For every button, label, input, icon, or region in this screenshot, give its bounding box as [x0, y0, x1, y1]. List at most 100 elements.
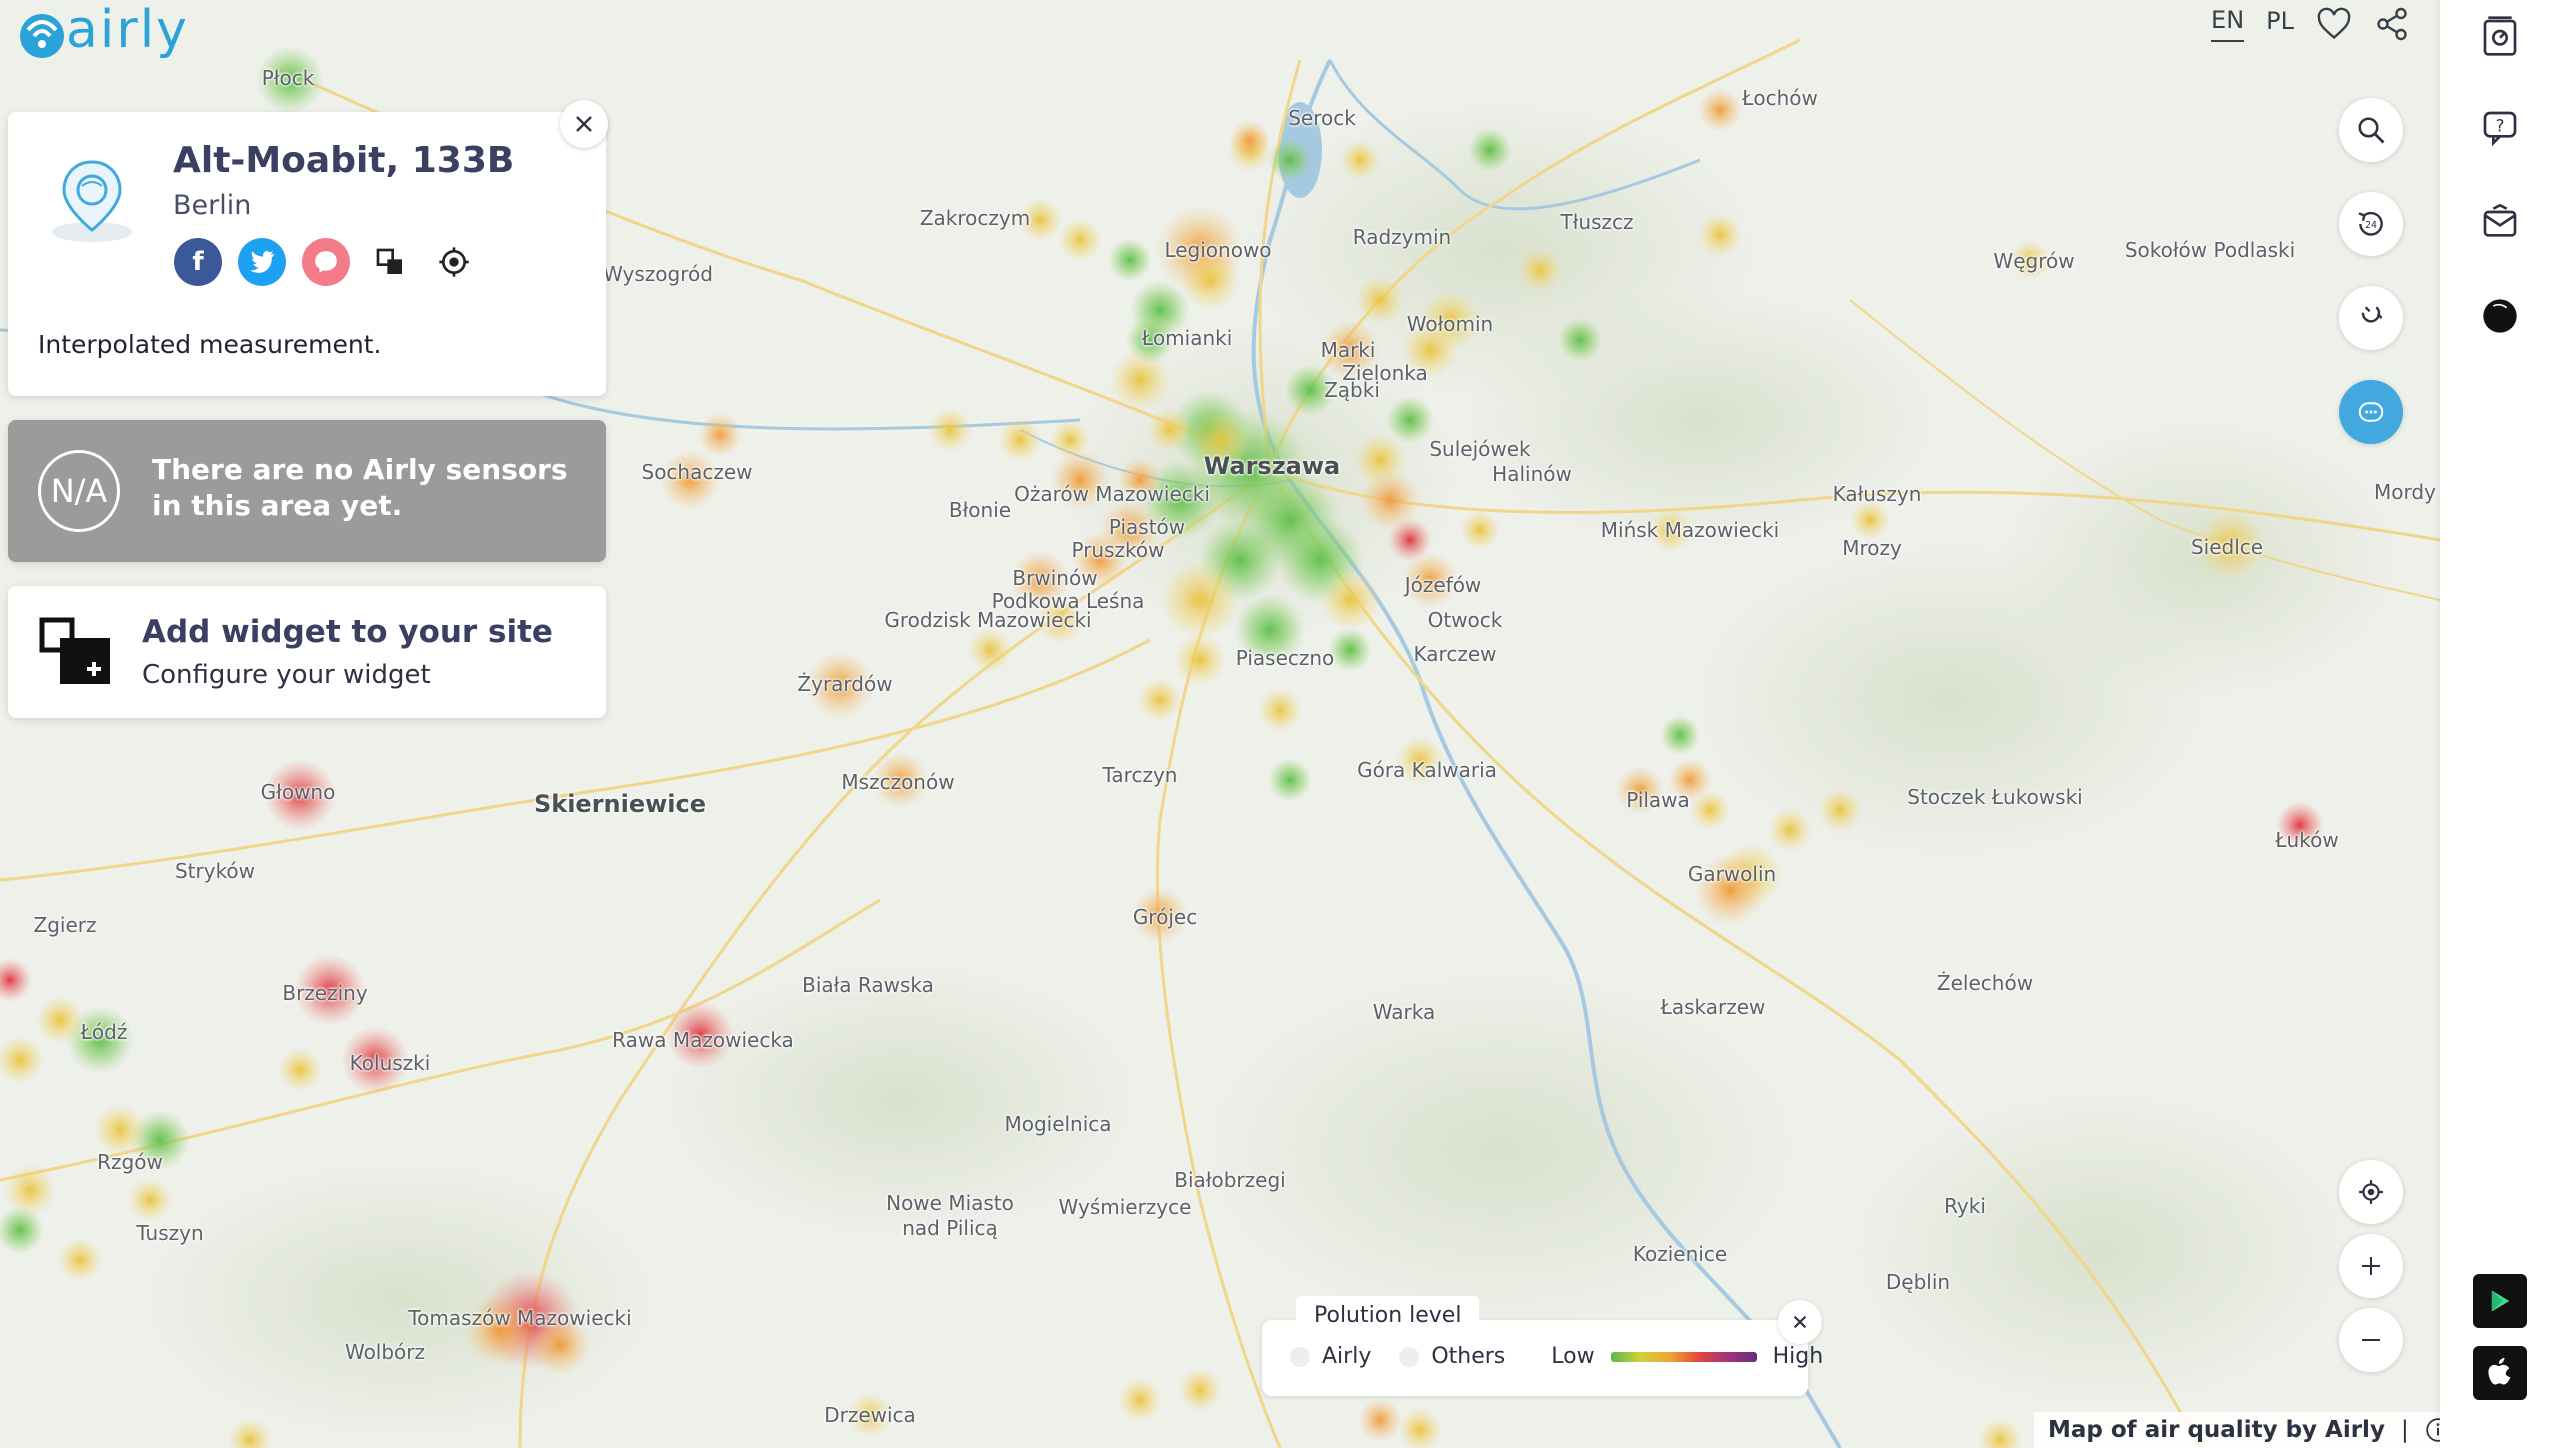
mail-icon — [2483, 203, 2517, 237]
place-label: Tarczyn — [1102, 763, 1178, 787]
place-label: Wyszogród — [603, 262, 713, 286]
place-label: Ożarów Mazowiecki — [1014, 482, 1210, 506]
history-24h-icon: 24 — [2358, 211, 2383, 236]
place-label: Drzewica — [824, 1403, 916, 1427]
logo-text: airly — [66, 0, 189, 60]
place-label: Brzeziny — [282, 981, 368, 1005]
airly-toggle-dot[interactable] — [1290, 1346, 1310, 1367]
search-button[interactable] — [2339, 98, 2403, 162]
chat-button[interactable] — [2339, 380, 2403, 444]
zoom-in-button[interactable] — [2339, 1234, 2403, 1298]
legend-color-scale — [1610, 1351, 1757, 1362]
social-share-row: f — [174, 238, 478, 286]
twitter-icon[interactable] — [238, 238, 286, 286]
plus-icon — [2362, 1257, 2380, 1275]
share-icon[interactable] — [2374, 6, 2410, 42]
place-label: Serock — [1288, 106, 1356, 130]
legend-title: Polution level — [1296, 1296, 1480, 1336]
place-label: Warka — [1372, 1000, 1436, 1024]
legend-airly-label[interactable]: Airly — [1322, 1344, 1371, 1369]
place-label: Garwolin — [1687, 862, 1777, 886]
zoom-out-button[interactable] — [2339, 1308, 2403, 1372]
place-label: Marki — [1320, 338, 1376, 362]
place-label: Legionowo — [1164, 238, 1272, 262]
place-label: Siedlce — [2190, 535, 2264, 559]
place-label: Zakroczym — [919, 206, 1031, 230]
right-sidebar: ? — [2440, 0, 2560, 1448]
close-icon — [576, 116, 592, 132]
add-widget-title[interactable]: Add widget to your site — [142, 614, 553, 650]
place-label: Żyrardów — [797, 672, 893, 696]
place-label: Tuszyn — [136, 1221, 204, 1245]
place-label: Mordy — [2374, 480, 2436, 504]
place-label: Stoczek Łukowski — [1907, 785, 2083, 809]
svg-text:24: 24 — [2365, 220, 2377, 231]
place-label: Łódź — [80, 1020, 128, 1044]
place-label: Wolbórz — [344, 1340, 426, 1364]
play-store-icon — [2491, 1290, 2510, 1312]
place-label: Mrozy — [1842, 536, 1902, 560]
place-label: Pilawa — [1626, 788, 1690, 812]
dark-mode-icon — [2483, 299, 2517, 333]
place-label: Płock — [261, 66, 315, 90]
place-label: Ryki — [1944, 1194, 1986, 1218]
place-label: Brwinów — [1012, 566, 1098, 590]
add-widget-icon — [39, 617, 110, 684]
favorite-icon[interactable] — [2316, 6, 2352, 42]
legend-high-label: High — [1772, 1344, 1824, 1369]
configure-widget-link[interactable]: Configure your widget — [142, 660, 431, 690]
place-label: Józefów — [1404, 573, 1482, 597]
legend-low-label: Low — [1551, 1344, 1595, 1369]
interpolated-note: Interpolated measurement. — [38, 330, 382, 359]
place-label: Karczew — [1413, 642, 1497, 666]
place-label: Łomianki — [1141, 326, 1233, 350]
place-label: Łochów — [1742, 86, 1818, 110]
place-label: Błonie — [948, 498, 1012, 522]
place-label: Piaseczno — [1235, 646, 1335, 670]
no-sensors-card: N/A There are no Airly sensors in this a… — [8, 420, 606, 562]
apple-icon — [2488, 1358, 2511, 1385]
place-label: Kałuszyn — [1832, 482, 1922, 506]
wind-icon — [2361, 306, 2383, 323]
google-play-button[interactable] — [2473, 1274, 2527, 1328]
crosshair-icon — [2359, 1180, 2383, 1204]
place-label: Białobrzegi — [1174, 1168, 1286, 1192]
add-widget-card[interactable]: Add widget to your site Configure your w… — [8, 586, 606, 718]
language-pl[interactable]: PL — [2266, 7, 2294, 41]
place-label: nad Pilicą — [902, 1216, 998, 1240]
place-label: Radzymin — [1352, 225, 1452, 249]
place-label: Wyśmierzyce — [1058, 1195, 1192, 1219]
place-label: Węgrów — [1993, 249, 2075, 273]
place-label: Rawa Mazowiecka — [612, 1028, 794, 1052]
facebook-icon[interactable]: f — [174, 238, 222, 286]
legend-row: Airly Others Low High — [1290, 1344, 1823, 1369]
place-label: Tomaszów Mazowiecki — [408, 1306, 632, 1330]
place-label: Mińsk Mazowiecki — [1600, 518, 1780, 542]
messenger-icon[interactable] — [302, 238, 350, 286]
sidebar-dashboard-button[interactable] — [2470, 6, 2530, 66]
close-location-button[interactable] — [560, 100, 608, 148]
wind-animation-button[interactable] — [2339, 286, 2403, 350]
place-label: Tłuszcz — [1560, 210, 1634, 234]
widget-icon[interactable] — [366, 238, 414, 286]
app-store-button[interactable] — [2473, 1346, 2527, 1400]
sidebar-theme-button[interactable] — [2470, 286, 2530, 346]
legend-others-label[interactable]: Others — [1431, 1344, 1505, 1369]
place-label: Otwock — [1427, 608, 1503, 632]
dashboard-icon — [2483, 16, 2517, 56]
attribution-text[interactable]: Map of air quality by Airly — [2048, 1417, 2385, 1443]
language-en[interactable]: EN — [2211, 6, 2245, 42]
locate-icon[interactable] — [430, 238, 478, 286]
locate-me-button[interactable] — [2339, 1160, 2403, 1224]
others-toggle-dot[interactable] — [1399, 1346, 1420, 1367]
place-label: Zgierz — [33, 913, 97, 937]
location-card: Alt-Moabit, 133B Berlin f Interpolated m… — [8, 100, 608, 396]
search-icon — [2358, 117, 2385, 144]
place-label: Halinów — [1492, 462, 1572, 486]
sidebar-help-button[interactable]: ? — [2470, 98, 2530, 158]
history-24h-button[interactable]: 24 — [2339, 192, 2403, 256]
airly-logo[interactable]: airly — [16, 0, 189, 60]
place-label: Łaskarzew — [1660, 995, 1766, 1019]
close-legend-button[interactable] — [1778, 1300, 1822, 1344]
sidebar-newsletter-button[interactable] — [2470, 192, 2530, 252]
